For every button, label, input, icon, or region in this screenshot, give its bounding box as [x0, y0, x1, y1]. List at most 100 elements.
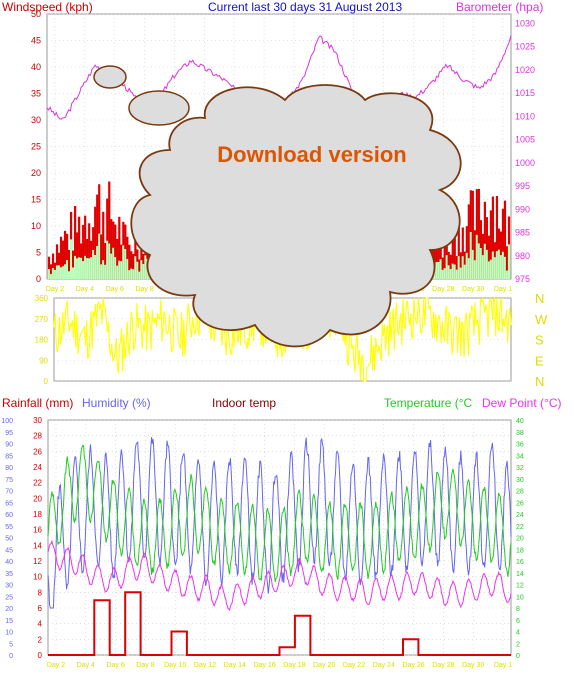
rain-tick-label: 20 — [5, 606, 13, 613]
wind-tick-label: 25 — [31, 142, 41, 152]
humidity-tick-label: 20 — [33, 494, 42, 503]
temperature-tick-label: 26 — [516, 500, 524, 507]
temperature-tick-label: 0 — [516, 653, 520, 660]
rain-tick-label: 55 — [5, 524, 13, 531]
rain-tick-label: 95 — [5, 430, 13, 437]
barometer-tick-label: 975 — [515, 274, 530, 284]
compass-label: N — [535, 374, 544, 389]
rain-tick-label: 25 — [5, 594, 13, 601]
temperature-tick-label: 8 — [516, 606, 520, 613]
barometer-tick-label: 1020 — [515, 65, 535, 75]
wind-x-tick-label: Day 6 — [106, 286, 124, 293]
temperature-tick-label: 38 — [516, 430, 524, 437]
temperature-tick-label: 12 — [516, 583, 524, 590]
wind-x-tick-label: Day 1 — [494, 286, 512, 293]
chart-main-title: Current last 30 days 31 August 2013 — [208, 0, 402, 14]
wind-x-tick-label: Day 4 — [76, 286, 94, 293]
barometer-tick-label: 1015 — [515, 88, 535, 98]
compass-label: N — [535, 291, 544, 306]
humidity-tick-label: 12 — [33, 557, 42, 566]
wind-tick-label: 0 — [36, 274, 41, 284]
temp-x-tick-label: Day 30 — [462, 662, 484, 669]
rain-tick-label: 10 — [5, 630, 13, 637]
wind-x-tick-label: Day 8 — [135, 286, 153, 293]
rain-tick-label: 15 — [5, 618, 13, 625]
temp-x-tick-label: Day 4 — [77, 662, 95, 669]
rain-tick-label: 70 — [5, 489, 13, 496]
weather-chart: Windspeed (kph) Current last 30 days 31 … — [1, 0, 561, 669]
temp-x-tick-label: Day 2 — [47, 662, 65, 669]
humidity-tick-label: 8 — [38, 588, 43, 597]
humidity-tick-label: 6 — [38, 604, 43, 613]
compass-label: W — [535, 312, 548, 327]
humidity-tick-label: 4 — [38, 620, 43, 629]
temp-x-tick-label: Day 20 — [313, 662, 335, 669]
temp-x-tick-label: Day 10 — [164, 662, 186, 669]
temperature-tick-label: 16 — [516, 559, 524, 566]
medium-cloud-puff — [128, 90, 190, 126]
barometer-tick-label: 1030 — [515, 18, 535, 28]
rain-tick-label: 80 — [5, 465, 13, 472]
barometer-axis-title: Barometer (hpa) — [456, 0, 543, 14]
barometer-tick-label: 980 — [515, 251, 530, 261]
dewpoint-axis-title: Dew Point (°C) — [482, 396, 561, 410]
barometer-tick-label: 995 — [515, 181, 530, 191]
humidity-tick-label: 14 — [33, 541, 42, 550]
small-cloud-puff — [93, 65, 127, 89]
rain-tick-label: 45 — [5, 547, 13, 554]
humidity-tick-label: 30 — [33, 416, 42, 425]
barometer-tick-label: 985 — [515, 228, 530, 238]
wind-tick-label: 35 — [31, 89, 41, 99]
rain-tick-label: 35 — [5, 571, 13, 578]
rainfall-line — [48, 591, 511, 656]
direction-tick-label: 0 — [44, 377, 49, 386]
windspeed-axis-title: Windspeed (kph) — [2, 0, 93, 14]
temp-x-tick-label: Day 6 — [106, 662, 124, 669]
wind-tick-label: 45 — [31, 36, 41, 46]
direction-tick-label: 270 — [35, 315, 49, 324]
barometer-tick-label: 990 — [515, 204, 530, 214]
temperature-tick-label: 24 — [516, 512, 524, 519]
wind-tick-label: 10 — [31, 221, 41, 231]
temperature-tick-label: 20 — [516, 536, 524, 543]
wind-x-tick-label: Day 2 — [46, 286, 64, 293]
temp-x-tick-label: Day 8 — [136, 662, 154, 669]
rain-tick-label: 5 — [9, 641, 13, 648]
temperature-tick-label: 22 — [516, 524, 524, 531]
temp-x-tick-label: Day 24 — [373, 662, 395, 669]
compass-label: S — [535, 333, 544, 348]
temp-x-tick-label: Day 16 — [254, 662, 276, 669]
temp-x-tick-label: Day 26 — [403, 662, 425, 669]
indoor-temp-title: Indoor temp — [212, 396, 276, 410]
humidity-tick-label: 22 — [33, 479, 42, 488]
rainfall-axis-title: Rainfall (mm) — [2, 396, 73, 410]
temperature-tick-label: 34 — [516, 453, 524, 460]
wind-tick-label: 30 — [31, 115, 41, 125]
rain-tick-label: 90 — [5, 442, 13, 449]
wind-x-tick-label: Day 30 — [462, 286, 484, 293]
wind-tick-label: 5 — [36, 248, 41, 258]
temperature-tick-label: 40 — [516, 418, 524, 425]
temperature-tick-label: 6 — [516, 618, 520, 625]
temp-x-tick-label: Day 14 — [224, 662, 246, 669]
wind-tick-label: 40 — [31, 62, 41, 72]
rain-tick-label: 30 — [5, 583, 13, 590]
humidity-tick-label: 28 — [33, 432, 42, 441]
temperature-tick-label: 10 — [516, 594, 524, 601]
rain-tick-label: 60 — [5, 512, 13, 519]
humidity-tick-label: 10 — [33, 573, 42, 582]
barometer-tick-label: 1010 — [515, 111, 535, 121]
barometer-tick-label: 1000 — [515, 158, 535, 168]
barometer-tick-label: 1025 — [515, 42, 535, 52]
temp-x-tick-label: Day 1 — [494, 662, 512, 669]
temperature-tick-label: 2 — [516, 641, 520, 648]
cloud-shape — [130, 84, 462, 348]
humidity-tick-label: 24 — [33, 463, 42, 472]
temperature-tick-label: 4 — [516, 630, 520, 637]
humidity-tick-label: 0 — [38, 651, 43, 660]
wind-x-tick-label: Day 28 — [432, 286, 454, 293]
humidity-tick-label: 2 — [38, 635, 43, 644]
humidity-tick-label: 18 — [33, 510, 42, 519]
temperature-tick-label: 18 — [516, 547, 524, 554]
direction-tick-label: 180 — [35, 336, 49, 345]
